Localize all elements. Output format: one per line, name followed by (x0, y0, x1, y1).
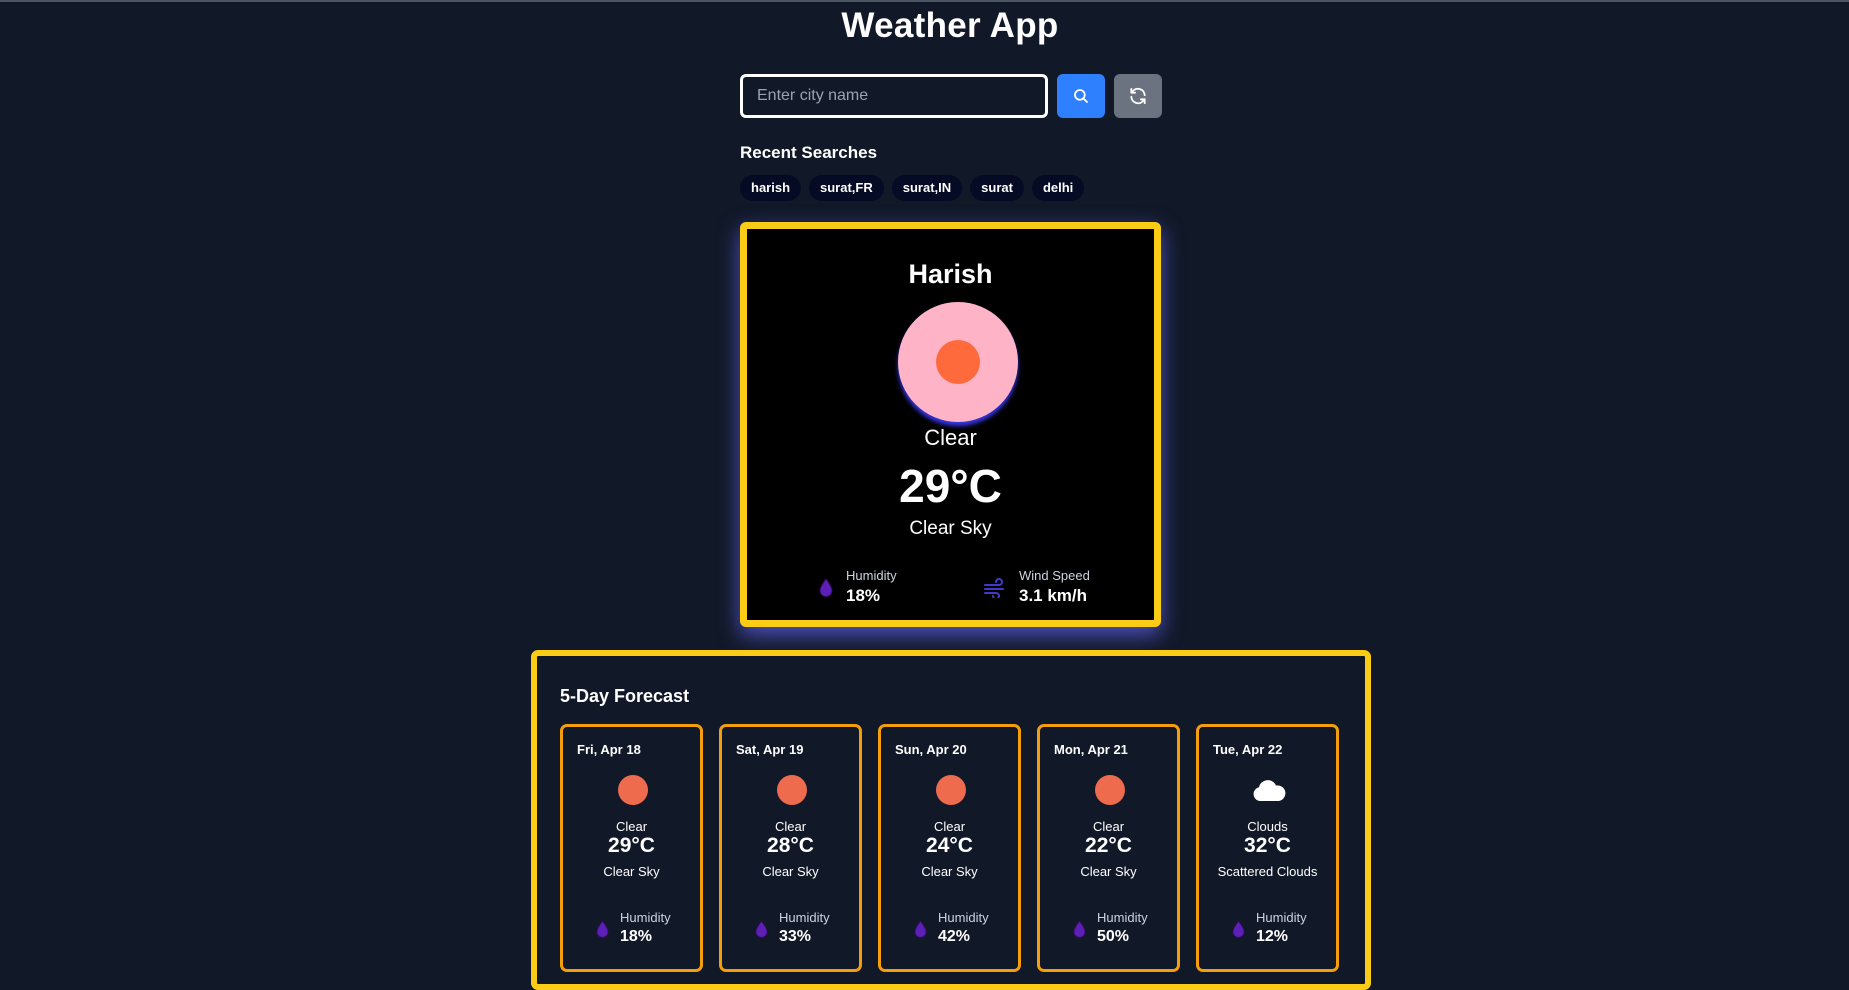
forecast-condition: Clear (774, 819, 807, 834)
forecast-date: Fri, Apr 18 (577, 742, 641, 757)
humidity-value: 18% (846, 586, 881, 605)
page-title: Weather App (841, 6, 1059, 45)
search-button[interactable] (1057, 74, 1105, 118)
current-weather-card: Harish Clear 29°C Clear Sky Humidity 18% (740, 222, 1161, 627)
city-name: Harish (908, 259, 993, 289)
forecast-humidity: Humidity 12% (1231, 910, 1307, 948)
forecast-humidity: Humidity 18% (595, 910, 671, 948)
recent-search-chip[interactable]: surat (970, 175, 1024, 201)
wind-speed-value: 3.1 km/h (1019, 586, 1088, 605)
forecast-day-card: Mon, Apr 21 Clear 22°C Clear Sky Humidit… (1037, 724, 1180, 972)
droplet-icon (1072, 919, 1087, 939)
wind-speed-label: Wind Speed (1019, 568, 1090, 583)
forecast-condition: Clear (615, 819, 648, 834)
sun-icon (1095, 775, 1125, 805)
wind-icon (983, 578, 1007, 598)
humidity-value: 42% (938, 928, 971, 945)
weather-condition: Clear (924, 425, 977, 450)
forecast-day-card: Sat, Apr 19 Clear 28°C Clear Sky Humidit… (719, 724, 862, 972)
droplet-icon (1231, 919, 1246, 939)
forecast-description: Clear Sky (1080, 864, 1137, 879)
forecast-description: Clear Sky (603, 864, 660, 879)
sun-core (936, 340, 980, 384)
forecast-temperature: 22°C (1085, 834, 1132, 857)
forecast-date: Sun, Apr 20 (895, 742, 967, 757)
humidity-stat: Humidity 18% (818, 568, 897, 608)
sun-icon (777, 775, 807, 805)
humidity-label: Humidity (938, 910, 989, 925)
forecast-day-card: Tue, Apr 22 Clouds 32°C Scattered Clouds… (1196, 724, 1339, 972)
refresh-button[interactable] (1114, 74, 1162, 118)
humidity-value: 12% (1256, 928, 1289, 945)
forecast-date: Mon, Apr 21 (1054, 742, 1128, 757)
sun-icon (898, 302, 1018, 422)
forecast-temperature: 32°C (1244, 834, 1291, 857)
droplet-icon (913, 919, 928, 939)
humidity-value: 50% (1097, 928, 1130, 945)
forecast-condition: Clear (1092, 819, 1125, 834)
humidity-label: Humidity (846, 568, 897, 583)
recent-search-chip[interactable]: harish (740, 175, 802, 201)
cloud-icon (1253, 780, 1286, 801)
recent-search-chip[interactable]: delhi (1031, 175, 1085, 201)
search-bar (740, 74, 1162, 118)
wind-stat: Wind Speed 3.1 km/h (983, 568, 1090, 608)
search-icon (1074, 89, 1088, 103)
forecast-days: Fri, Apr 18 Clear 29°C Clear Sky Humidit… (560, 724, 1339, 972)
city-search-input[interactable] (740, 74, 1048, 118)
forecast-panel: 5-Day Forecast Fri, Apr 18 Clear 29°C Cl… (531, 650, 1371, 990)
forecast-humidity: Humidity 50% (1072, 910, 1148, 948)
forecast-description: Clear Sky (762, 864, 819, 879)
forecast-humidity: Humidity 42% (913, 910, 989, 948)
forecast-description: Scattered Clouds (1217, 864, 1318, 879)
droplet-icon (754, 919, 769, 939)
forecast-temperature: 29°C (608, 834, 655, 857)
forecast-temperature: 24°C (926, 834, 973, 857)
forecast-date: Tue, Apr 22 (1213, 742, 1283, 757)
forecast-temperature: 28°C (767, 834, 814, 857)
forecast-day-card: Fri, Apr 18 Clear 29°C Clear Sky Humidit… (560, 724, 703, 972)
recent-search-chip[interactable]: surat,FR (809, 175, 884, 201)
forecast-condition: Clouds (1247, 819, 1288, 834)
humidity-label: Humidity (1256, 910, 1307, 925)
forecast-title: 5-Day Forecast (560, 686, 690, 706)
forecast-humidity: Humidity 33% (754, 910, 830, 948)
droplet-icon (818, 578, 834, 598)
humidity-value: 33% (779, 928, 812, 945)
droplet-icon (595, 919, 610, 939)
recent-search-chip[interactable]: surat,IN (891, 175, 963, 201)
recent-searches-title: Recent Searches (740, 143, 878, 162)
humidity-label: Humidity (1097, 910, 1148, 925)
forecast-date: Sat, Apr 19 (736, 742, 804, 757)
forecast-condition: Clear (933, 819, 966, 834)
sun-icon (618, 775, 648, 805)
recent-searches-list: harish surat,FR surat,IN surat delhi (740, 175, 1085, 201)
humidity-label: Humidity (620, 910, 671, 925)
sun-icon (936, 775, 966, 805)
refresh-icon (1130, 87, 1146, 105)
forecast-day-card: Sun, Apr 20 Clear 24°C Clear Sky Humidit… (878, 724, 1021, 972)
forecast-description: Clear Sky (921, 864, 978, 879)
humidity-label: Humidity (779, 910, 830, 925)
weather-app: Weather App Recent Searches harish surat… (0, 0, 1849, 990)
current-temperature: 29°C (899, 460, 1002, 512)
weather-description: Clear Sky (909, 518, 992, 539)
humidity-value: 18% (620, 928, 653, 945)
